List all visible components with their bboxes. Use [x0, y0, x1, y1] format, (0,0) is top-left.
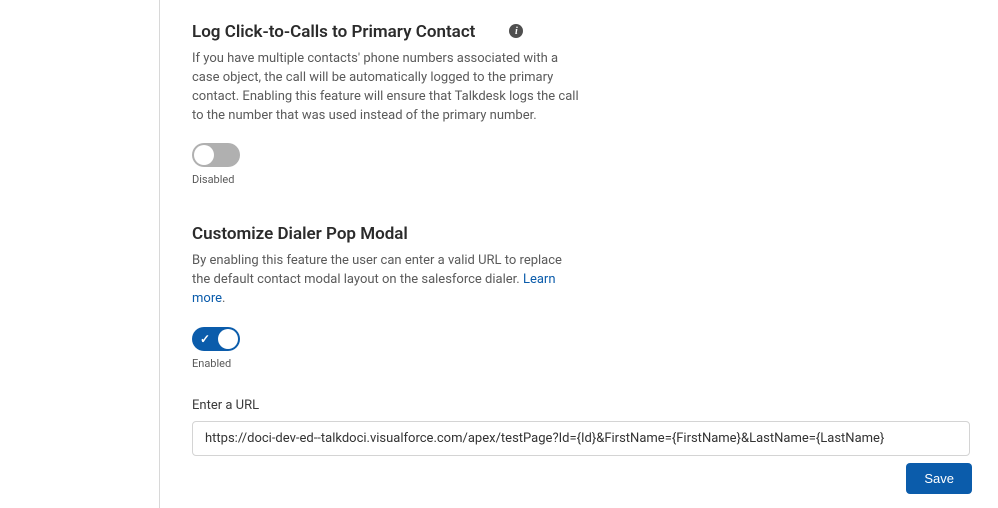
toggle-dialer-pop[interactable]: ✓	[192, 327, 240, 351]
description-text-dialer: By enabling this feature the user can en…	[192, 253, 562, 287]
section-description-log-calls: If you have multiple contacts' phone num…	[192, 50, 582, 125]
toggle-state-label-log-calls: Disabled	[192, 173, 970, 186]
toggle-log-calls[interactable]	[192, 143, 240, 167]
info-icon[interactable]: i	[509, 24, 523, 38]
section-title-dialer: Customize Dialer Pop Modal	[192, 224, 970, 244]
left-sidebar-spacer	[0, 0, 160, 508]
section-log-click-to-calls: Log Click-to-Calls to Primary Contact i …	[192, 22, 970, 186]
toggle-state-label-dialer: Enabled	[192, 357, 970, 370]
url-input-label: Enter a URL	[192, 398, 970, 413]
section-title-log-calls: Log Click-to-Calls to Primary Contact	[192, 22, 475, 42]
url-section: Enter a URL	[192, 398, 970, 456]
check-icon: ✓	[200, 332, 210, 346]
save-button[interactable]: Save	[906, 463, 972, 494]
section-description-dialer: By enabling this feature the user can en…	[192, 252, 582, 309]
toggle-knob	[194, 145, 214, 165]
url-input[interactable]	[192, 421, 970, 456]
main-content: Log Click-to-Calls to Primary Contact i …	[160, 0, 998, 508]
section-customize-dialer: Customize Dialer Pop Modal By enabling t…	[192, 224, 970, 456]
toggle-knob	[218, 329, 238, 349]
